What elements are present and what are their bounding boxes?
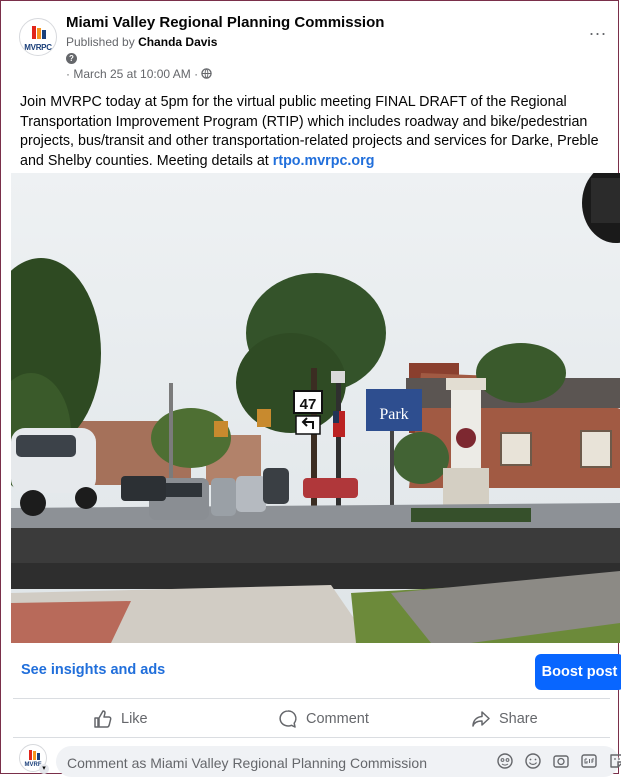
- gif-icon[interactable]: [580, 752, 598, 770]
- avatar-sticker-icon[interactable]: [496, 752, 514, 770]
- comment-label: Comment: [306, 711, 369, 727]
- emoji-icon[interactable]: [524, 752, 542, 770]
- logo-text: MVRPC: [24, 43, 52, 52]
- meeting-link[interactable]: rtpo.mvrpc.org: [273, 153, 375, 169]
- camera-icon[interactable]: [552, 752, 570, 770]
- like-label: Like: [121, 711, 148, 727]
- more-options-icon[interactable]: ...: [589, 19, 607, 40]
- divider: [13, 737, 610, 738]
- street-scene-image: Park 47: [11, 173, 620, 643]
- post-photo[interactable]: Park 47: [11, 173, 620, 643]
- comment-composer: [56, 746, 621, 779]
- published-by: Published by Chanda Davis: [66, 35, 217, 49]
- chevron-down-icon[interactable]: ▾: [39, 764, 49, 774]
- thumbs-up-icon: [94, 710, 112, 728]
- composer-icons: [496, 752, 621, 770]
- globe-icon: [201, 68, 213, 79]
- like-button[interactable]: Like: [93, 707, 148, 731]
- sticker-icon[interactable]: [608, 752, 621, 770]
- park-sign-text: Park: [379, 406, 408, 423]
- page-name-link[interactable]: Miami Valley Regional Planning Commissio…: [66, 14, 384, 31]
- post-text: Join MVRPC today at 5pm for the virtual …: [20, 93, 620, 171]
- route-sign-text: 47: [300, 396, 317, 413]
- boost-post-button[interactable]: Boost post: [535, 654, 621, 690]
- comment-bubble-icon: [279, 710, 297, 728]
- published-prefix: Published by: [66, 35, 135, 49]
- page-avatar[interactable]: MVRPC: [19, 18, 57, 56]
- share-arrow-icon: [472, 711, 490, 727]
- divider: [13, 698, 610, 699]
- publisher-name[interactable]: Chanda Davis: [138, 35, 217, 49]
- help-icon[interactable]: ?: [66, 53, 77, 64]
- share-label: Share: [499, 711, 538, 727]
- timestamp-text: · March 25 at 10:00 AM ·: [66, 67, 199, 81]
- post-timestamp[interactable]: · March 25 at 10:00 AM ·: [66, 67, 213, 81]
- see-insights-link[interactable]: See insights and ads: [21, 662, 165, 678]
- comment-button[interactable]: Comment: [278, 707, 369, 731]
- share-button[interactable]: Share: [471, 707, 538, 731]
- post-header: MVRPC Miami Valley Regional Planning Com…: [1, 1, 618, 89]
- comment-input[interactable]: [56, 746, 489, 779]
- post-card: MVRPC Miami Valley Regional Planning Com…: [0, 0, 621, 779]
